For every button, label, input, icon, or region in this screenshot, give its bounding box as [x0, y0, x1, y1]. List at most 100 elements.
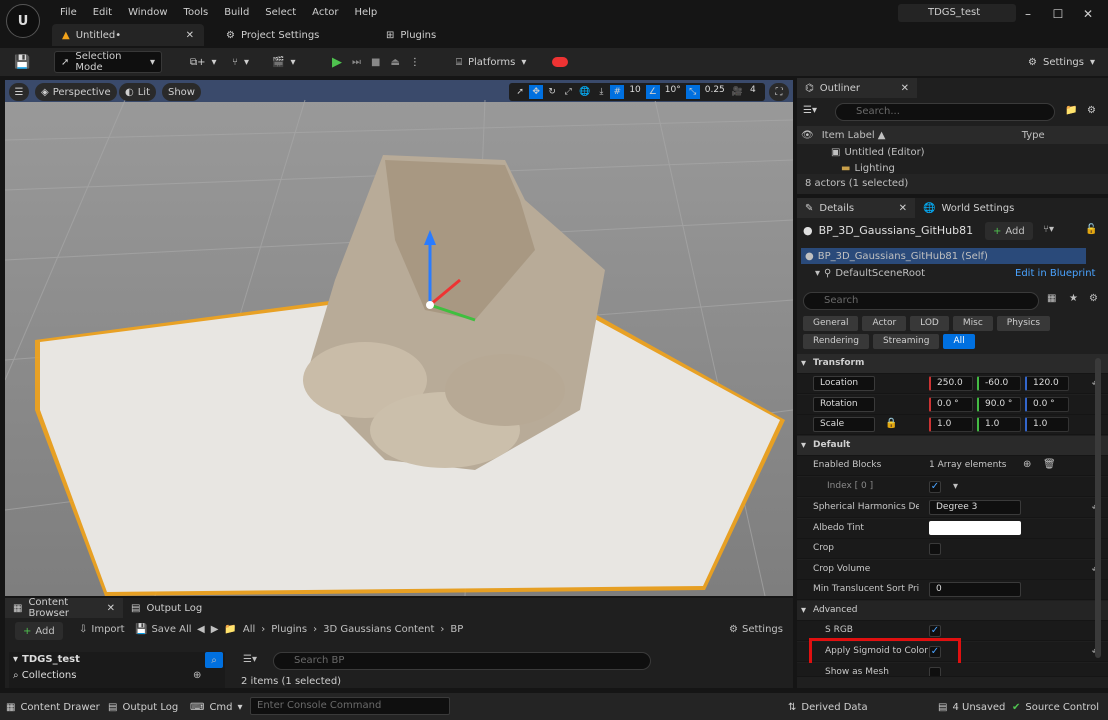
lit-button[interactable]: ◐ Lit	[119, 83, 157, 101]
scale-z[interactable]: 1.0	[1025, 417, 1069, 432]
viewport-menu-icon[interactable]: ☰	[9, 83, 29, 101]
more-options-icon[interactable]: ⋮	[410, 57, 420, 68]
category-streaming[interactable]: Streaming	[872, 334, 940, 349]
section-transform[interactable]: Transform ▾	[797, 354, 1108, 374]
platforms-button[interactable]: ⌸ Platforms ▾	[450, 51, 532, 73]
rotate-tool-icon[interactable]: ↻	[545, 85, 559, 99]
maximize-icon[interactable]: ☐	[1048, 6, 1068, 22]
close-icon[interactable]: ✕	[186, 30, 194, 41]
unsaved-button[interactable]: ▤ 4 Unsaved	[938, 698, 1005, 716]
blueprint-button[interactable]: ⑂ ▾	[226, 51, 255, 73]
add-folder-icon[interactable]: 📁	[1065, 105, 1077, 116]
close-icon[interactable]: ✕	[107, 603, 115, 614]
breadcrumb-item[interactable]: Plugins	[271, 624, 307, 635]
camera-speed-value[interactable]: 4	[747, 85, 761, 99]
breadcrumb-item[interactable]: BP	[450, 624, 463, 635]
menu-build[interactable]: Build	[216, 7, 257, 18]
blueprint-options-icon[interactable]: ⑂▾	[1043, 224, 1054, 235]
menu-help[interactable]: Help	[346, 7, 385, 18]
star-icon[interactable]: ★	[1069, 293, 1078, 304]
chevron-down-icon[interactable]: ▾	[953, 481, 958, 492]
show-as-mesh-checkbox[interactable]	[929, 667, 941, 676]
level-viewport[interactable]: ☰ ◈ Perspective ◐ Lit Show ➚ ✥ ↻ ⤢ 🌐 ⤓ # 1…	[5, 80, 793, 596]
gear-icon[interactable]: ⚙	[1089, 293, 1098, 304]
eject-icon[interactable]: ⏏	[390, 57, 399, 68]
tab-outliner[interactable]: ⌬ Outliner ✕	[797, 78, 917, 98]
min-translucent-input[interactable]: 0	[929, 582, 1021, 597]
selection-mode-dropdown[interactable]: ➚ Selection Mode ▾	[54, 51, 162, 73]
menu-edit[interactable]: Edit	[85, 7, 120, 18]
import-button[interactable]: ⇩ Import	[79, 624, 125, 635]
rotation-dropdown[interactable]: Rotation	[813, 397, 875, 412]
folder-icon[interactable]: 📁	[224, 624, 236, 635]
close-icon[interactable]: ✕	[899, 203, 907, 214]
scale-dropdown[interactable]: Scale	[813, 417, 875, 432]
component-self[interactable]: ● BP_3D_Gaussians_GitHub81 (Self)	[801, 248, 1086, 264]
console-input[interactable]: Enter Console Command	[250, 697, 450, 715]
scale-x[interactable]: 1.0	[929, 417, 973, 432]
category-rendering[interactable]: Rendering	[803, 334, 869, 349]
settings-button[interactable]: ⚙ Settings ▾	[1022, 51, 1101, 73]
settings-icon[interactable]: ⚙	[1087, 105, 1096, 116]
tab-world-settings[interactable]: 🌐 World Settings	[915, 198, 1035, 218]
tab-content-browser[interactable]: ▦ Content Browser ✕	[5, 597, 123, 619]
visibility-icon[interactable]: 👁	[801, 130, 814, 141]
perspective-button[interactable]: ◈ Perspective	[35, 83, 117, 101]
sh-degree-dropdown[interactable]: Degree 3	[929, 500, 1021, 515]
category-actor[interactable]: Actor	[862, 316, 907, 331]
cb-settings-button[interactable]: ⚙ Settings	[729, 624, 783, 635]
index-checkbox[interactable]: ✓	[929, 481, 941, 493]
content-search-input[interactable]: Search BP	[273, 652, 651, 670]
section-advanced[interactable]: Advanced ▾	[797, 601, 1108, 621]
maximize-viewport-icon[interactable]: ⛶	[769, 83, 789, 101]
location-x[interactable]: 250.0	[929, 376, 973, 391]
category-misc[interactable]: Misc	[952, 316, 993, 331]
breadcrumb-item[interactable]: All	[243, 624, 255, 635]
move-tool-icon[interactable]: ✥	[529, 85, 544, 99]
crop-checkbox[interactable]	[929, 543, 941, 555]
output-log-button[interactable]: ▤ Output Log	[108, 698, 178, 716]
scale-snap-value[interactable]: 0.25	[702, 85, 728, 99]
save-icon[interactable]: 💾	[8, 51, 36, 73]
edit-in-blueprint-link[interactable]: Edit in Blueprint	[1015, 268, 1095, 279]
unreal-logo-icon[interactable]: U	[6, 4, 40, 38]
menu-actor[interactable]: Actor	[304, 7, 346, 18]
save-all-button[interactable]: 💾 Save All	[135, 624, 192, 635]
filter-icon[interactable]: ☰▾	[803, 105, 817, 116]
menu-window[interactable]: Window	[120, 7, 175, 18]
details-scrollbar[interactable]	[1095, 358, 1101, 658]
outliner-search-input[interactable]: Search...	[835, 103, 1055, 121]
scale-tool-icon[interactable]: ⤢	[561, 85, 575, 99]
section-default[interactable]: Default ▾	[797, 436, 1108, 456]
add-component-button[interactable]: + Add	[985, 222, 1033, 240]
menu-tools[interactable]: Tools	[176, 7, 217, 18]
category-general[interactable]: General	[803, 316, 859, 331]
camera-speed-icon[interactable]: 🎥	[730, 85, 745, 99]
rotation-z[interactable]: 0.0 °	[1025, 397, 1069, 412]
cinematics-button[interactable]: 🎬 ▾	[266, 51, 301, 73]
breadcrumb-item[interactable]: 3D Gaussians Content	[323, 624, 434, 635]
record-toggle[interactable]	[552, 57, 568, 67]
category-lod[interactable]: LOD	[910, 316, 949, 331]
menu-select[interactable]: Select	[257, 7, 304, 18]
add-element-icon[interactable]: ⊕	[1023, 459, 1031, 470]
lock-icon[interactable]: 🔓	[1085, 224, 1097, 235]
add-button[interactable]: + Add	[15, 622, 63, 640]
category-all[interactable]: All	[943, 334, 975, 349]
lock-icon[interactable]: 🔒	[885, 418, 897, 429]
content-drawer-button[interactable]: ▦ Content Drawer	[6, 698, 100, 716]
world-local-icon[interactable]: 🌐	[577, 85, 592, 99]
play-icon[interactable]: ▶	[332, 55, 342, 70]
location-z[interactable]: 120.0	[1025, 376, 1069, 391]
col-item-label[interactable]: Item Label ▲	[822, 130, 1018, 141]
tree-root[interactable]: ▾ TDGS_test	[13, 654, 80, 665]
trash-icon[interactable]: 🗑	[1043, 459, 1056, 470]
rotation-x[interactable]: 0.0 °	[929, 397, 973, 412]
collections-row[interactable]: ⌕ Collections	[13, 670, 199, 684]
albedo-tint-swatch[interactable]	[929, 521, 1021, 535]
cmd-dropdown[interactable]: ⌨ Cmd ▾	[190, 698, 243, 716]
tab-details[interactable]: ✎ Details ✕	[797, 198, 915, 218]
forward-icon[interactable]: ▶	[211, 624, 219, 635]
rotation-y[interactable]: 90.0 °	[977, 397, 1021, 412]
stop-icon[interactable]: ■	[371, 57, 380, 68]
